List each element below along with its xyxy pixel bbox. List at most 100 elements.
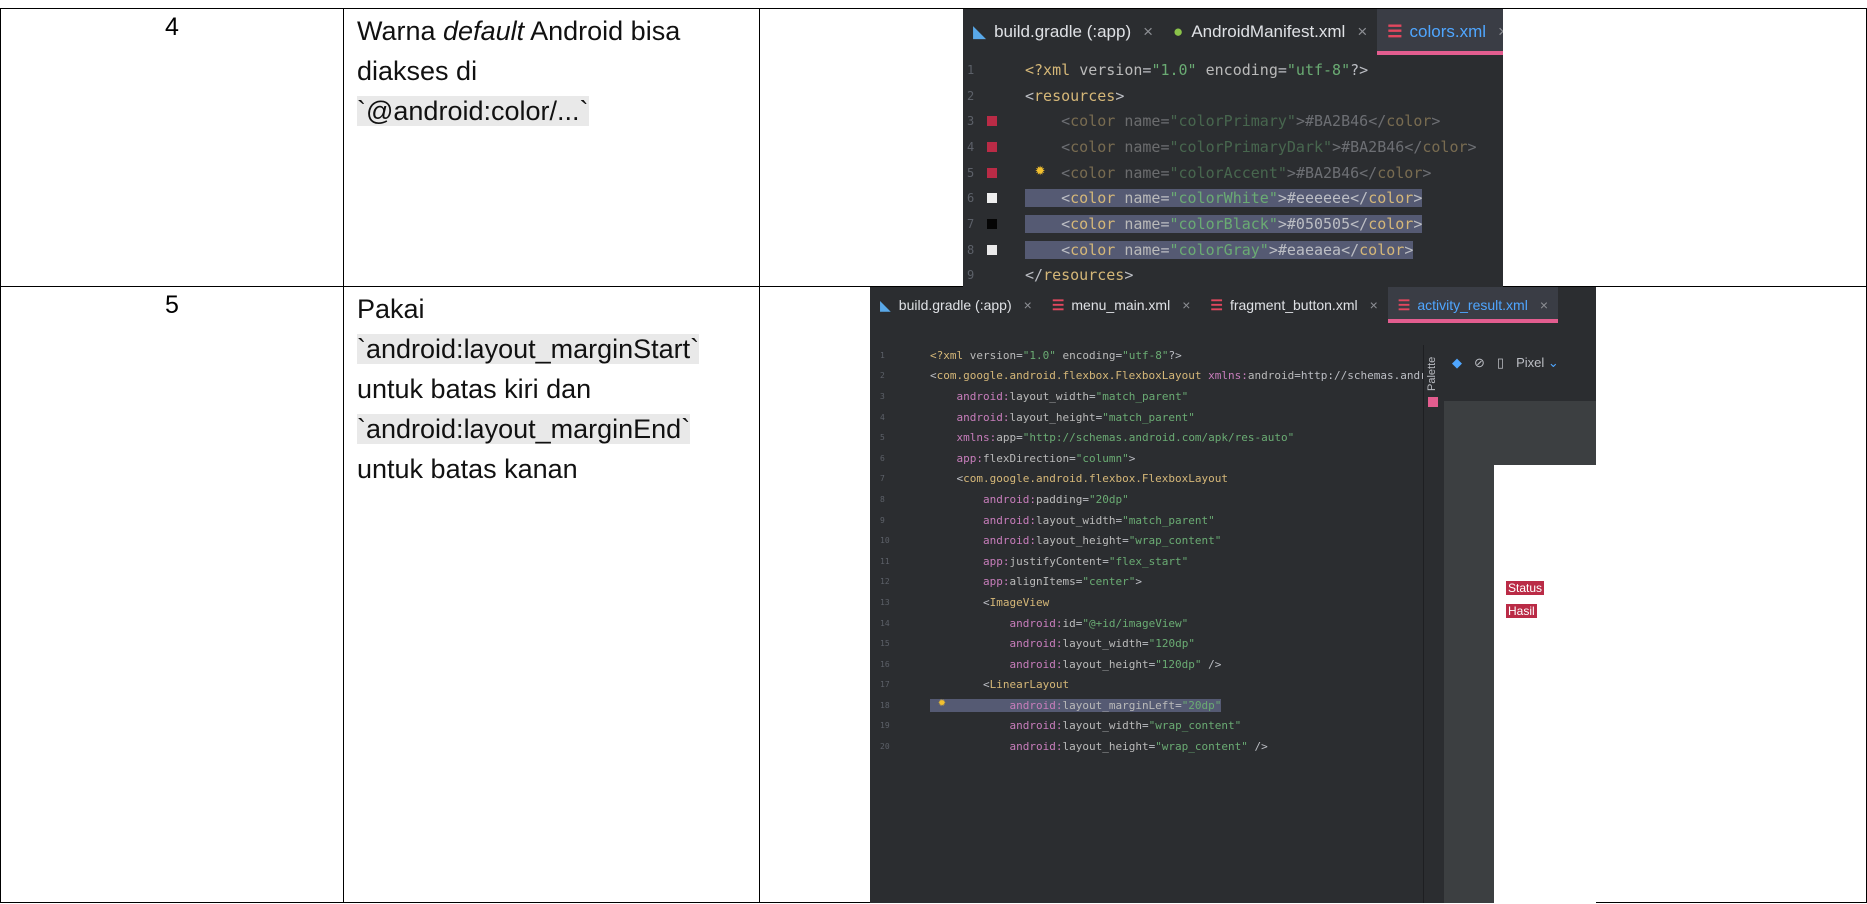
code-line[interactable]: 7 <com.google.android.flexbox.FlexboxLay… xyxy=(870,469,1418,490)
color-swatch-icon[interactable] xyxy=(987,141,997,152)
code-line[interactable]: 2 <resources> xyxy=(963,83,1503,109)
code-line[interactable]: 9 android:layout_width="match_parent" xyxy=(870,510,1418,531)
code-text: <?xml version="1.0" encoding="utf-8"?> xyxy=(930,348,1182,362)
code-line[interactable]: 8 <color name="colorGray">#eaeaea</color… xyxy=(963,237,1503,263)
editor-tab[interactable]: ☰ menu_main.xml × xyxy=(1042,287,1201,323)
color-swatch-icon[interactable] xyxy=(987,116,997,127)
row-number: 4 xyxy=(0,8,344,287)
code-text: app:flexDirection="column"> xyxy=(956,451,1136,465)
code-line[interactable]: 16 android:layout_height="120dp" /> xyxy=(870,654,1418,675)
code-line[interactable]: 17 <LinearLayout xyxy=(870,675,1418,696)
desc-text: Pakai xyxy=(357,294,425,324)
close-icon[interactable]: × xyxy=(1357,22,1367,42)
code-text: <com.google.android.flexbox.FlexboxLayou… xyxy=(930,369,1440,383)
line-number: 16 xyxy=(880,659,890,669)
screenshot-cell: ◣ build.gradle (:app) × ☰ menu_main.xml × ☰ fra… xyxy=(759,286,1867,903)
preview-status-label[interactable]: Status xyxy=(1506,581,1545,595)
lightbulb-icon[interactable]: ✹ xyxy=(938,695,946,710)
code-text: <com.google.android.flexbox.FlexboxLayou… xyxy=(956,472,1229,486)
desc-code: `@android:color/...` xyxy=(357,96,589,126)
gradle-icon: ◣ xyxy=(880,296,891,313)
orientation-icon[interactable]: ⊘ xyxy=(1474,355,1485,371)
line-number: 2 xyxy=(967,88,975,103)
editor-tabs: ◣ build.gradle (:app) × ● AndroidManifest.xm… xyxy=(963,9,1503,55)
editor-tab[interactable]: ☰ colors.xml × xyxy=(1377,9,1503,55)
line-number: 3 xyxy=(880,391,885,401)
palette-icon[interactable] xyxy=(1428,397,1438,407)
editor-tab[interactable]: ◣ build.gradle (:app) × xyxy=(963,9,1163,55)
lightbulb-icon[interactable]: ✹ xyxy=(1035,160,1045,180)
palette-label[interactable]: Palette xyxy=(1426,357,1438,391)
code-text: <color name="colorGray">#eaeaea</color> xyxy=(1025,240,1414,259)
code-text: <color name="colorPrimary">#BA2B46</colo… xyxy=(1061,112,1441,131)
editor-tab[interactable]: ☰ activity_result.xml × xyxy=(1387,287,1559,323)
line-number: 9 xyxy=(967,268,975,283)
code-line[interactable]: 20 android:layout_height="wrap_content" … xyxy=(870,736,1418,757)
code-line[interactable]: 15 android:layout_width="120dp" xyxy=(870,633,1418,654)
code-line[interactable]: 12 app:alignItems="center"> xyxy=(870,572,1418,593)
code-text: android:layout_height="wrap_content" /> xyxy=(1009,740,1268,754)
close-icon[interactable]: × xyxy=(1182,297,1190,313)
code-line[interactable]: 2 <com.google.android.flexbox.FlexboxLayo… xyxy=(870,366,1440,387)
code-line[interactable]: 6 <color name="colorWhite">#eeeeee</colo… xyxy=(963,185,1503,211)
code-line[interactable]: 7 <color name="colorBlack">#050505</colo… xyxy=(963,211,1503,237)
gradle-icon: ◣ xyxy=(973,22,987,41)
line-number: 6 xyxy=(880,453,885,463)
screenshot-cell: ◣ build.gradle (:app) × ● AndroidManifest.xm… xyxy=(759,8,1867,288)
editor-tab[interactable]: ☰ fragment_button.xml × xyxy=(1200,287,1387,323)
code-line[interactable]: 8 android:padding="20dp" xyxy=(870,489,1418,510)
code-line[interactable]: 18 android:layout_marginLeft="20dp" ✹ xyxy=(870,695,1418,716)
code-text: <ImageView xyxy=(982,595,1050,609)
code-line[interactable]: 1 <?xml version="1.0" encoding="utf-8"?> xyxy=(870,345,1418,366)
code-line[interactable]: 13 <ImageView xyxy=(870,592,1418,613)
editor-tab[interactable]: ● AndroidManifest.xml × xyxy=(1163,9,1377,55)
color-swatch-icon[interactable] xyxy=(987,244,997,255)
close-icon[interactable]: × xyxy=(1540,297,1548,313)
chevron-down-icon: ⌄ xyxy=(1547,355,1559,370)
xml-icon: ☰ xyxy=(1397,296,1411,313)
line-number: 12 xyxy=(880,577,890,587)
desc-text: untuk batas kiri dan xyxy=(357,374,592,404)
palette-strip[interactable]: Palette xyxy=(1423,345,1444,903)
code-line[interactable]: 4 <color name="colorPrimaryDark">#BA2B46… xyxy=(963,134,1503,160)
code-text: android:layout_width="match_parent" xyxy=(956,389,1189,403)
editor-tab[interactable]: ◣ build.gradle (:app) × xyxy=(870,287,1042,323)
desc-text: Warna xyxy=(357,16,444,46)
code-line[interactable]: 11 app:justifyContent="flex_start" xyxy=(870,551,1418,572)
code-line[interactable]: 14 android:id="@+id/imageView" xyxy=(870,613,1418,634)
android-icon: ● xyxy=(1173,22,1184,41)
tab-label: fragment_button.xml xyxy=(1229,297,1358,313)
tab-label: activity_result.xml xyxy=(1417,297,1528,313)
preview-hasil-label[interactable]: Hasil xyxy=(1506,604,1537,618)
layers-icon[interactable]: ◆ xyxy=(1452,355,1462,371)
color-swatch-icon[interactable] xyxy=(987,218,997,229)
line-number: 18 xyxy=(880,700,890,710)
code-line[interactable]: 3 android:layout_width="match_parent" xyxy=(870,386,1418,407)
close-icon[interactable]: × xyxy=(1370,297,1378,313)
tab-label: build.gradle (:app) xyxy=(898,297,1012,313)
device-selector[interactable]: Pixel ⌄ xyxy=(1516,355,1559,371)
code-line[interactable]: 19 android:layout_width="wrap_content" xyxy=(870,716,1418,737)
code-text: android:padding="20dp" xyxy=(982,492,1129,506)
color-swatch-icon[interactable] xyxy=(987,193,997,204)
desc-code: `android:layout_marginEnd` xyxy=(357,414,691,444)
code-line[interactable]: 5 xmlns:app="http://schemas.android.com/… xyxy=(870,427,1418,448)
close-icon[interactable]: × xyxy=(1498,22,1503,42)
close-icon[interactable]: × xyxy=(1143,22,1153,42)
line-number: 10 xyxy=(880,536,890,546)
color-swatch-icon[interactable] xyxy=(987,167,997,178)
line-number: 5 xyxy=(880,433,885,443)
code-line[interactable]: 3 <color name="colorPrimary">#BA2B46</co… xyxy=(963,108,1503,134)
code-line[interactable]: 6 app:flexDirection="column"> xyxy=(870,448,1418,469)
table-row: 5 Pakai `android:layout_marginStart` unt… xyxy=(0,286,1867,903)
close-icon[interactable]: × xyxy=(1024,297,1032,313)
code-line[interactable]: 4 android:layout_height="match_parent" xyxy=(870,407,1418,428)
line-number: 13 xyxy=(880,597,890,607)
device-icon[interactable]: ▯ xyxy=(1497,355,1504,371)
code-line[interactable]: 5 <color name="colorAccent">#BA2B46</col… xyxy=(963,160,1503,186)
code-line[interactable]: 9 </resources> xyxy=(963,263,1503,288)
code-line[interactable]: 1 <?xml version="1.0" encoding="utf-8"?> xyxy=(963,57,1503,83)
device-preview[interactable]: Status Hasil xyxy=(1494,465,1596,903)
tab-label: build.gradle (:app) xyxy=(994,22,1132,41)
code-line[interactable]: 10 android:layout_height="wrap_content" xyxy=(870,530,1418,551)
